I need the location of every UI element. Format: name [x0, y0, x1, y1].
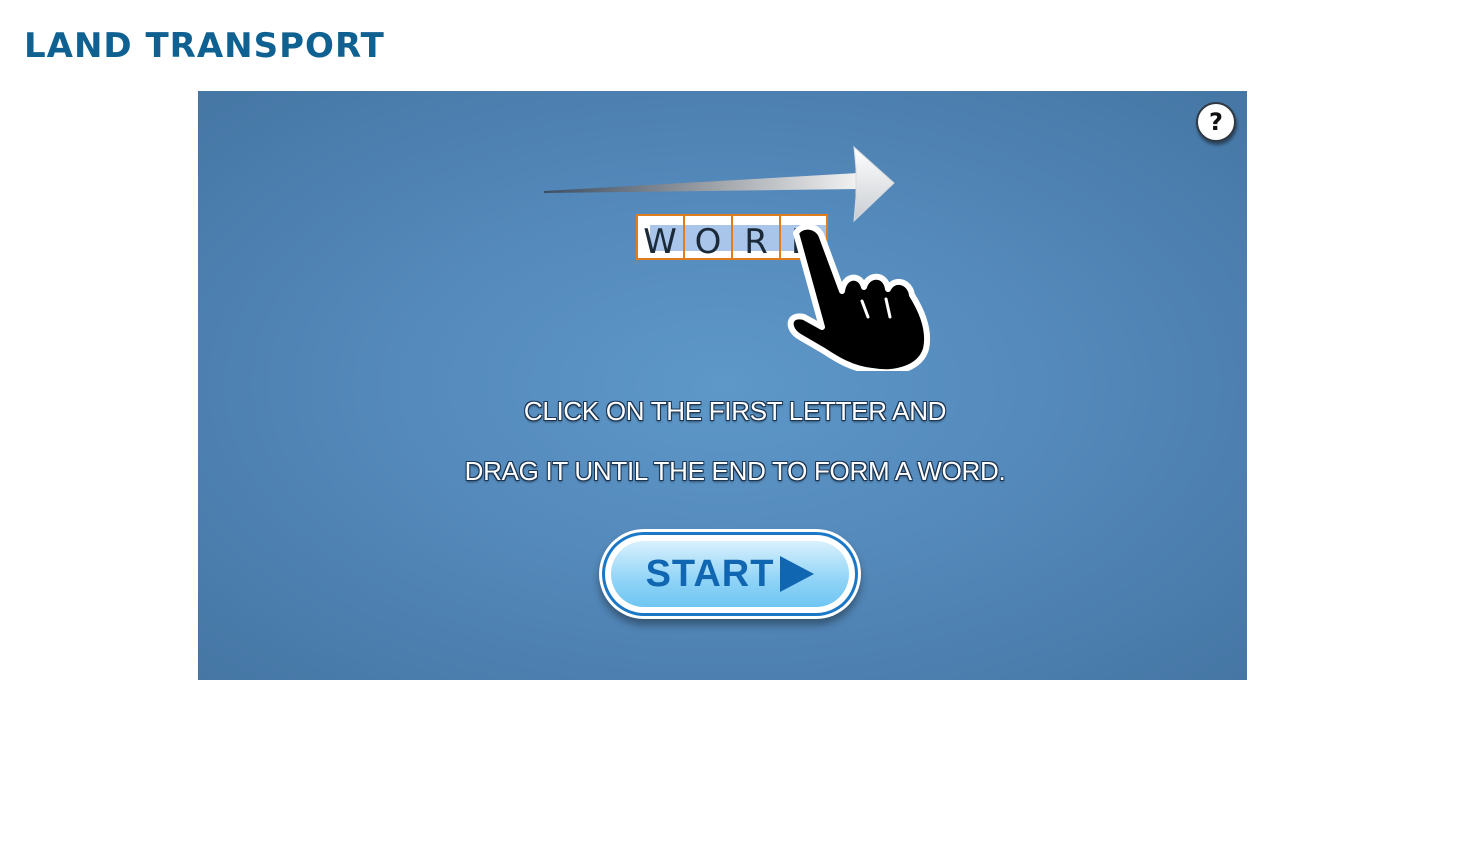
letter-o: O: [695, 222, 722, 262]
start-button[interactable]: START: [605, 535, 855, 613]
start-label: START: [645, 552, 775, 595]
letter-r: R: [744, 222, 768, 262]
right-arrow-icon: [544, 145, 895, 223]
play-arrow-icon: [780, 556, 815, 592]
instruction-line-2: DRAG IT UNTIL THE END TO FORM A WORD.: [464, 456, 1006, 486]
help-button[interactable]: ?: [1196, 102, 1236, 142]
pointing-hand-icon: [787, 223, 930, 371]
instructions: CLICK ON THE FIRST LETTER AND DRAG IT UN…: [198, 389, 1247, 509]
instruction-illustration: W O R D: [544, 145, 930, 371]
start-button-face: START: [611, 541, 849, 607]
page-title: LAND TRANSPORT: [24, 26, 385, 66]
letter-w: W: [643, 222, 677, 262]
question-mark-icon: ?: [1209, 108, 1223, 136]
game-panel: ? W O R D: [198, 91, 1247, 680]
instruction-line-1: CLICK ON THE FIRST LETTER AND: [523, 396, 947, 426]
